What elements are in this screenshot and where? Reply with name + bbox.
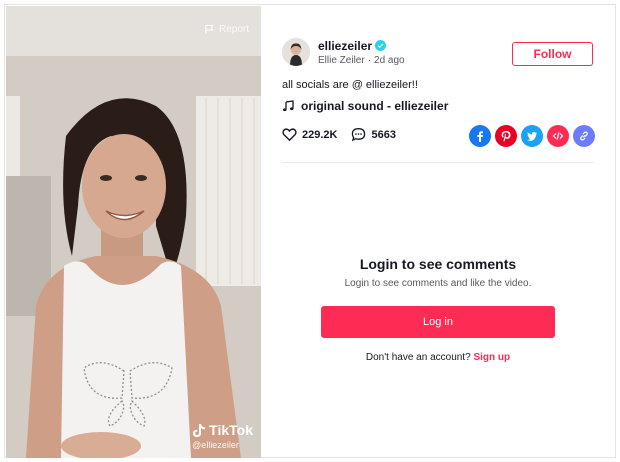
video-player[interactable]: Report TikTok @elliezeiler	[6, 6, 261, 458]
music-link[interactable]: original sound - elliezeiler	[282, 99, 448, 113]
engagement-stats: 229.2K 5663	[282, 127, 396, 142]
author-display-name: Ellie Zeiler	[318, 54, 365, 66]
heart-icon	[282, 128, 297, 142]
tiktok-logo-icon	[193, 423, 206, 437]
signup-link[interactable]: Sign up	[473, 352, 510, 363]
twitter-icon[interactable]	[521, 125, 543, 147]
facebook-icon[interactable]	[469, 125, 491, 147]
verified-badge-icon	[375, 40, 387, 51]
comment-icon	[352, 128, 366, 142]
avatar[interactable]	[282, 38, 310, 66]
signup-prompt: Don't have an account? Sign up	[282, 352, 594, 363]
link-icon[interactable]	[573, 125, 595, 147]
author-info: elliezeiler Ellie Zeiler · 2d ago	[282, 38, 405, 66]
flag-icon	[205, 24, 214, 35]
login-button[interactable]: Log in	[321, 306, 555, 338]
post-caption: all socials are @ elliezeiler!!	[282, 79, 418, 91]
login-subtitle: Login to see comments and like the video…	[344, 278, 532, 289]
follow-button[interactable]: Follow	[512, 42, 593, 66]
comment-button[interactable]: 5663	[351, 127, 396, 142]
music-title: original sound - elliezeiler	[301, 99, 449, 113]
embed-icon[interactable]	[547, 125, 569, 147]
report-label: Report	[218, 24, 249, 35]
tiktok-watermark: TikTok @elliezeiler	[192, 422, 253, 450]
divider	[282, 162, 594, 163]
like-button[interactable]: 229.2K	[282, 127, 337, 142]
like-count: 229.2K	[302, 128, 338, 141]
video-frame-image	[6, 6, 261, 458]
post-time: 2d ago	[374, 54, 405, 66]
login-title: Login to see comments	[359, 256, 517, 272]
pinterest-icon[interactable]	[495, 125, 517, 147]
comment-count: 5663	[371, 128, 396, 141]
watermark-handle: @elliezeiler	[192, 440, 239, 450]
tiktok-brand-name: TikTok	[209, 422, 253, 438]
separator-dot: ·	[367, 54, 372, 66]
author-username[interactable]: elliezeiler	[318, 39, 372, 53]
no-account-text: Don't have an account?	[365, 352, 471, 363]
share-icons	[469, 125, 595, 147]
music-note-icon	[283, 100, 294, 111]
avatar-image	[282, 38, 310, 66]
report-button[interactable]: Report	[204, 24, 249, 35]
